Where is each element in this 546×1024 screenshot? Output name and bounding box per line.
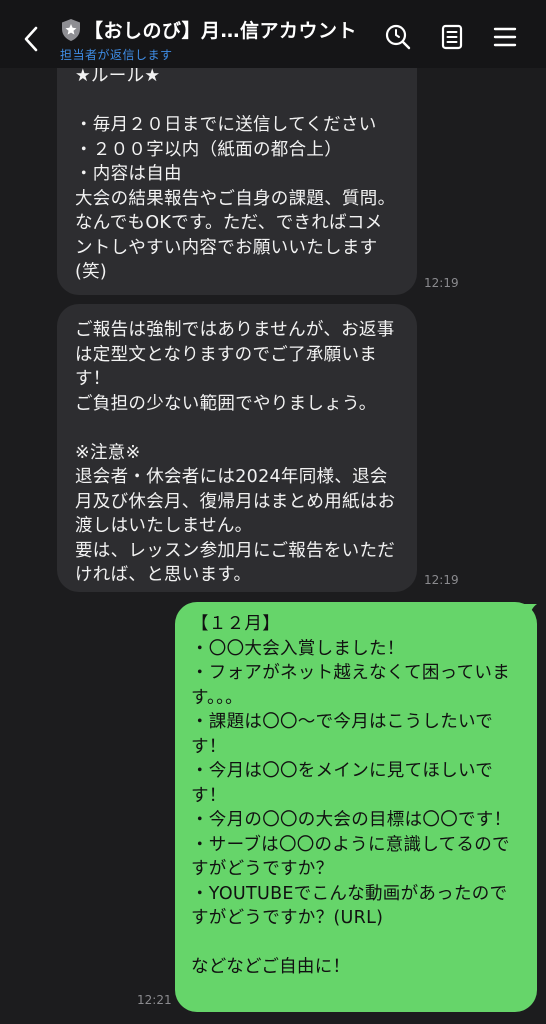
hamburger-menu-icon: [493, 27, 517, 47]
outgoing-message[interactable]: 【１２月】 ・〇〇大会入賞しました！ ・フォアがネット越えなくて困っています。。…: [175, 602, 537, 1012]
chat-screen: 【おしのび】月…信アカウント 担当者が返信します ★ルール★ ・毎月２０日までに…: [0, 0, 546, 1024]
chat-title: 【おしのび】月…信アカウント: [84, 20, 358, 42]
chat-header: 【おしのび】月…信アカウント 担当者が返信します: [0, 0, 546, 68]
incoming-message[interactable]: ★ルール★ ・毎月２０日までに送信してください ・２００字以内（紙面の都合上） …: [57, 30, 417, 295]
chat-subtitle: 担当者が返信します: [60, 48, 173, 62]
notes-icon: [441, 24, 463, 50]
notes-button[interactable]: [437, 22, 467, 52]
incoming-message[interactable]: ご報告は強制ではありませんが、お返事は定型文となりますのでご了承願います！ ご負…: [57, 304, 417, 592]
search-button[interactable]: [383, 22, 413, 52]
chevron-left-icon: [24, 26, 38, 52]
shield-icon: [60, 18, 82, 42]
message-time: 12:21: [137, 993, 172, 1007]
message-time: 12:19: [424, 276, 459, 290]
menu-button[interactable]: [490, 22, 520, 52]
back-button[interactable]: [14, 22, 48, 56]
search-icon: [385, 24, 411, 50]
chat-title-area[interactable]: 【おしのび】月…信アカウント 担当者が返信します: [60, 16, 360, 63]
message-time: 12:19: [424, 573, 459, 587]
